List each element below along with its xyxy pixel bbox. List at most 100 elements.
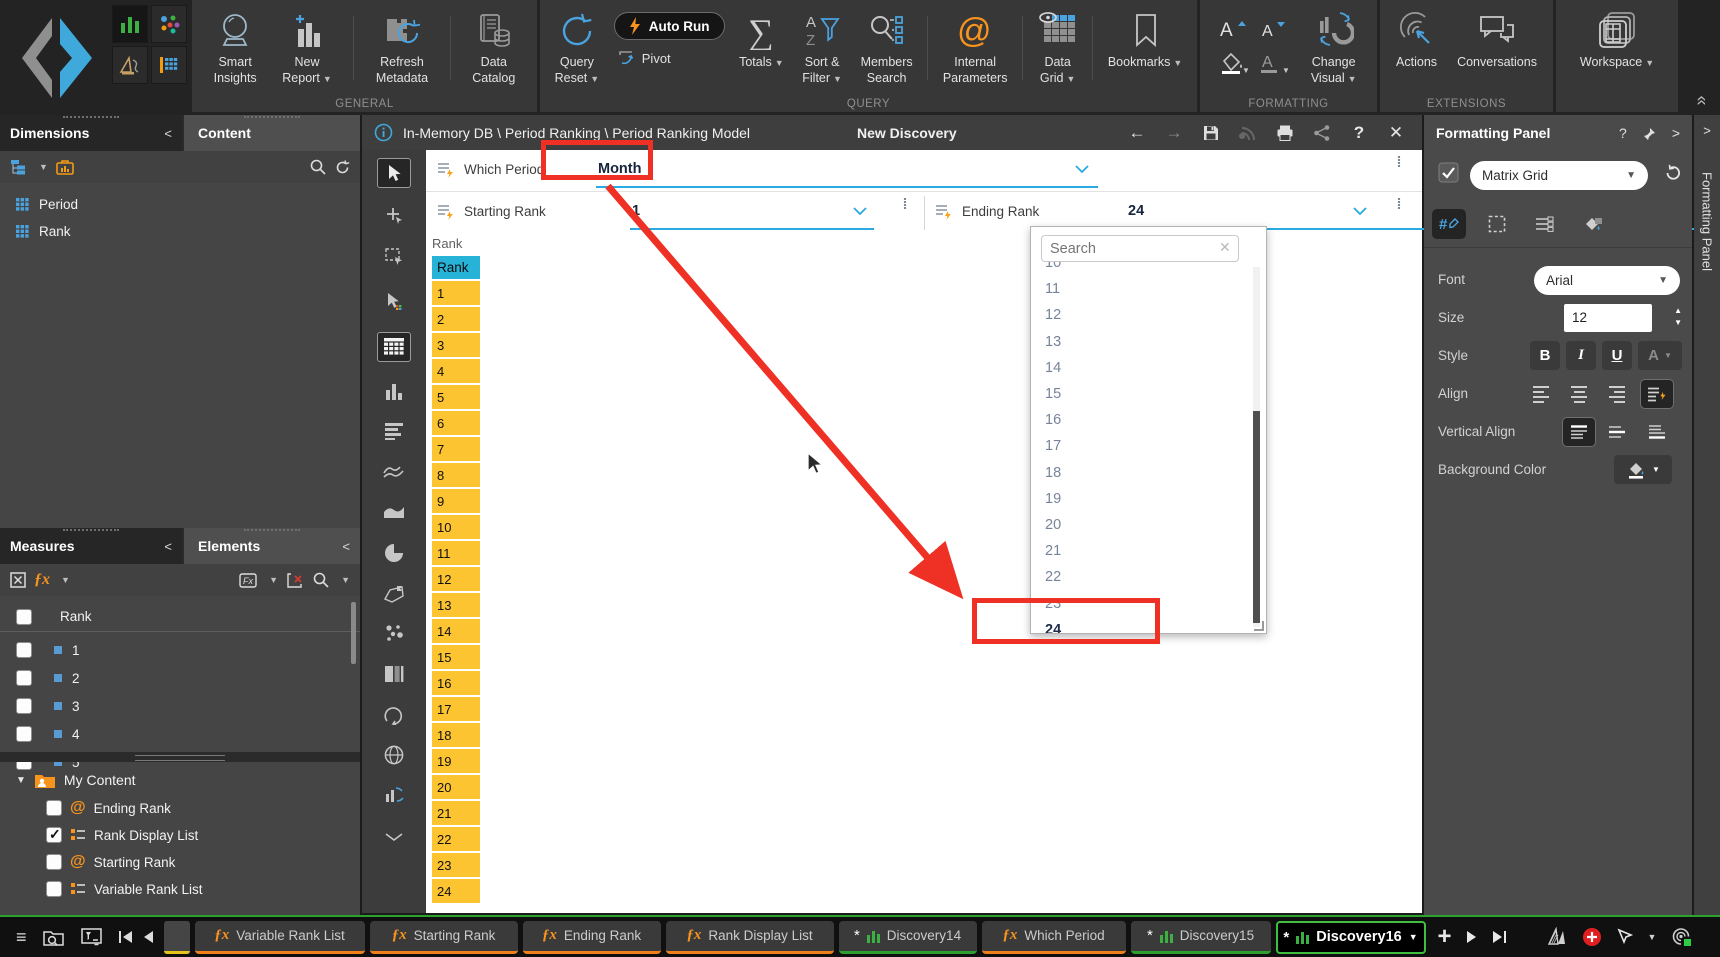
conversations-button[interactable]: Conversations	[1453, 8, 1541, 70]
tab-which-period[interactable]: ƒx Which Period	[981, 920, 1126, 954]
totals-button[interactable]: ∑ Totals ▼	[735, 8, 788, 71]
dropdown-scrollbar-thumb[interactable]	[1253, 411, 1260, 623]
pivot-button[interactable]: Pivot	[614, 50, 671, 66]
formula-icon[interactable]: ƒx	[34, 571, 50, 589]
clear-search-icon[interactable]: ✕	[1219, 239, 1231, 256]
partial-tab[interactable]	[163, 920, 190, 954]
print-icon[interactable]	[1275, 123, 1295, 143]
measure-group-checkbox[interactable]	[16, 608, 32, 625]
dropdown-item[interactable]: 11	[1045, 281, 1225, 305]
border-format-tab[interactable]	[1480, 209, 1514, 239]
fill-color-icon[interactable]: ▼	[1216, 48, 1250, 78]
pointer-caret-icon[interactable]: ▼	[1648, 932, 1657, 942]
dropdown-item[interactable]: 22	[1045, 569, 1225, 593]
subscription-icon[interactable]	[1238, 123, 1258, 143]
grid-cell[interactable]: 6	[432, 411, 480, 437]
marquee-select-icon[interactable]	[377, 242, 411, 272]
dimensions-panel-header[interactable]: Dimensions <	[0, 115, 182, 151]
discover-module-icon[interactable]	[112, 5, 148, 43]
dropdown-item[interactable]: 15	[1045, 386, 1225, 410]
visual-enabled-checkbox[interactable]	[1438, 162, 1459, 183]
grid-cell[interactable]: 4	[432, 359, 480, 385]
underline-button[interactable]: U	[1602, 341, 1632, 370]
search-caret-icon[interactable]: ▼	[341, 575, 350, 585]
dropdown-item[interactable]: 17	[1045, 438, 1225, 462]
sort-filter-button[interactable]: A Z Sort & Filter ▼	[798, 8, 846, 87]
tab-ending-rank[interactable]: ƒx Ending Rank	[522, 920, 661, 954]
new-tab-icon[interactable]: +	[1438, 923, 1452, 951]
tab-starting-rank[interactable]: ƒx Starting Rank	[369, 920, 518, 954]
content-item-checkbox[interactable]	[46, 854, 62, 870]
measure-checkbox[interactable]	[16, 642, 32, 658]
last-tab-icon[interactable]	[1492, 930, 1508, 944]
dropdown-item[interactable]: 18	[1045, 465, 1225, 489]
dropdown-item[interactable]: 20	[1045, 517, 1225, 541]
advanced-visual-icon[interactable]	[377, 780, 411, 810]
measure-item[interactable]: 4	[0, 721, 360, 747]
grid-cell[interactable]: 21	[432, 801, 480, 827]
grid-cell[interactable]: 18	[432, 723, 480, 749]
bar-chart-visual-icon[interactable]	[377, 376, 411, 406]
dropdown-resize-grip[interactable]	[1254, 621, 1264, 631]
query-reset-button[interactable]: Query Reset ▼	[551, 8, 604, 87]
tab-variable-rank-list[interactable]: ƒx Variable Rank List	[194, 920, 365, 954]
model-attributes-icon[interactable]	[56, 159, 74, 175]
content-panel-tab[interactable]: Content	[182, 115, 360, 151]
bookmarks-button[interactable]: Bookmarks ▼	[1104, 8, 1186, 71]
grid-cell[interactable]: 9	[432, 489, 480, 515]
starting-rank-dropdown-icon[interactable]	[852, 206, 868, 216]
new-report-button[interactable]: New Report ▼	[278, 8, 335, 87]
align-left-button[interactable]	[1524, 379, 1558, 409]
collapse-elements-icon[interactable]: <	[342, 539, 350, 554]
which-period-dropdown-icon[interactable]	[1074, 164, 1090, 174]
reset-formatting-icon[interactable]	[1664, 164, 1682, 182]
save-icon[interactable]	[1201, 123, 1221, 143]
grid-cell[interactable]: 20	[432, 775, 480, 801]
dropdown-item[interactable]: 13	[1045, 334, 1225, 358]
row-chart-visual-icon[interactable]	[377, 416, 411, 446]
search-elements-icon[interactable]	[313, 572, 329, 588]
more-visuals-icon[interactable]	[377, 822, 411, 852]
rotate-visual-icon[interactable]	[377, 700, 411, 730]
next-tab-icon[interactable]	[1466, 930, 1478, 944]
measure-item[interactable]: 3	[0, 693, 360, 719]
measures-panel-header[interactable]: Measures <	[0, 528, 182, 564]
grid-cell[interactable]: 17	[432, 697, 480, 723]
grid-cell[interactable]: 7	[432, 437, 480, 463]
content-item-checkbox[interactable]	[46, 800, 62, 816]
measure-item[interactable]: 2	[0, 665, 360, 691]
starting-rank-menu-icon[interactable]: ⁞	[900, 197, 910, 212]
active-tab-caret-icon[interactable]: ▼	[1409, 932, 1418, 942]
grid-cell[interactable]: 12	[432, 567, 480, 593]
collapse-ribbon-icon[interactable]: »	[1690, 95, 1711, 105]
font-increase-icon[interactable]: A	[1216, 14, 1250, 44]
info-icon[interactable]	[374, 123, 393, 142]
font-size-input[interactable]: 12	[1564, 304, 1652, 332]
dropdown-item[interactable]: 14	[1045, 360, 1225, 384]
panel-help-icon[interactable]: ?	[1619, 125, 1627, 141]
content-item-variable-rank-list[interactable]: Variable Rank List	[0, 876, 360, 902]
grid-cell[interactable]: 5	[432, 385, 480, 411]
formula-box-caret-icon[interactable]: ▼	[269, 575, 278, 585]
panel-splitter[interactable]	[0, 752, 360, 762]
grid-cell[interactable]: 15	[432, 645, 480, 671]
tab-discovery16[interactable]: * Discovery16 ▼	[1275, 920, 1426, 954]
elements-panel-tab[interactable]: Elements <	[182, 528, 360, 564]
text-format-tab[interactable]: #	[1432, 209, 1466, 239]
which-period-menu-icon[interactable]: ⁞	[1394, 155, 1404, 170]
add-annotation-icon[interactable]	[1582, 927, 1602, 947]
members-search-button[interactable]: Members Search	[857, 8, 917, 86]
content-item-checkbox[interactable]	[46, 826, 62, 843]
grid-cell[interactable]: 22	[432, 827, 480, 853]
forward-icon[interactable]: →	[1164, 123, 1184, 143]
expand-caret-icon[interactable]: ▼	[16, 775, 26, 786]
change-visual-button[interactable]: Change Visual ▼	[1307, 8, 1361, 87]
content-item-starting-rank[interactable]: @ Starting Rank	[0, 849, 360, 875]
measure-checkbox[interactable]	[16, 670, 32, 686]
valign-middle-button[interactable]	[1600, 417, 1634, 447]
grid-cell[interactable]: 24	[432, 879, 480, 905]
grid-cell[interactable]: 16	[432, 671, 480, 697]
tab-rank-display-list[interactable]: ƒx Rank Display List	[665, 920, 834, 954]
formatting-panel-side-tab[interactable]: > Formatting Panel	[1694, 115, 1720, 915]
bubbles-module-icon[interactable]	[151, 5, 187, 43]
